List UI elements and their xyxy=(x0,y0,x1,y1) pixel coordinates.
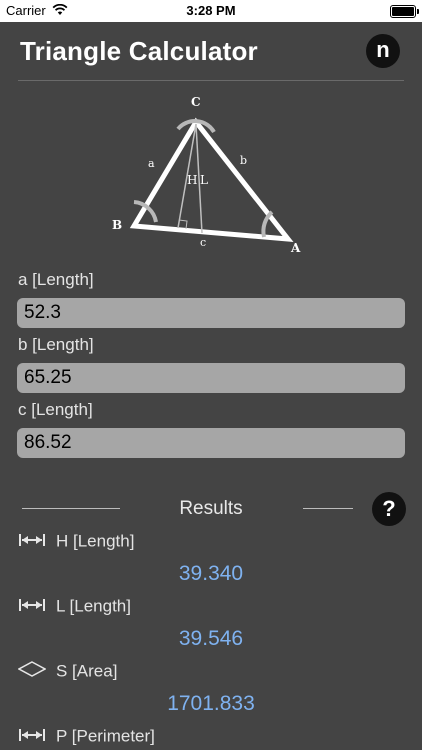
angle-arc-a xyxy=(261,210,274,238)
result-label-text: P [Perimeter] xyxy=(56,726,155,746)
side-label-a: a xyxy=(148,157,155,170)
result-label-text: L [Length] xyxy=(56,596,131,616)
status-time: 3:28 PM xyxy=(186,3,236,18)
results-header: Results ? xyxy=(0,492,422,528)
median-label: L xyxy=(200,173,208,187)
battery-icon xyxy=(390,5,419,18)
side-label-b: b xyxy=(240,154,247,167)
input-field-b[interactable]: 65.25 xyxy=(17,363,405,393)
header-divider xyxy=(18,80,404,81)
page-title: Triangle Calculator xyxy=(20,36,258,66)
result-label-l: L [Length] xyxy=(18,596,131,617)
input-label-b: b [Length] xyxy=(18,335,94,354)
length-arrows-icon xyxy=(18,532,46,552)
vertex-label-b: B xyxy=(112,218,122,232)
rhombus-area-icon xyxy=(17,661,47,682)
input-label-c: c [Length] xyxy=(18,400,93,419)
side-label-c: c xyxy=(200,236,206,249)
vertex-label-c: C xyxy=(191,95,201,109)
result-label-h: H [Length] xyxy=(18,531,134,552)
result-label-s: S [Area] xyxy=(17,661,118,682)
result-value-s: 1701.833 xyxy=(167,692,255,715)
results-title: Results xyxy=(179,498,243,519)
height-label: H xyxy=(187,173,197,187)
input-field-c[interactable]: 86.52 xyxy=(17,428,405,458)
vertex-label-a: A xyxy=(290,241,301,255)
status-bar: Carrier 3:28 PM xyxy=(0,0,422,22)
result-label-text: S [Area] xyxy=(56,661,118,681)
result-value-l: 39.546 xyxy=(178,627,244,650)
help-button[interactable]: ? xyxy=(372,492,406,526)
logo-button[interactable]: n xyxy=(366,34,400,68)
header: Triangle Calculator n xyxy=(0,22,422,82)
length-arrows-icon xyxy=(18,597,46,617)
result-label-text: H [Length] xyxy=(56,531,135,551)
length-arrows-icon xyxy=(18,727,46,747)
result-value-h: 39.340 xyxy=(178,562,244,585)
result-label-p: P [Perimeter] xyxy=(18,726,155,747)
input-label-a: a [Length] xyxy=(18,270,94,289)
results-divider-right xyxy=(303,508,353,509)
input-field-a[interactable]: 52.3 xyxy=(17,298,405,328)
triangle-diagram: C B A a b c H L xyxy=(112,95,301,255)
